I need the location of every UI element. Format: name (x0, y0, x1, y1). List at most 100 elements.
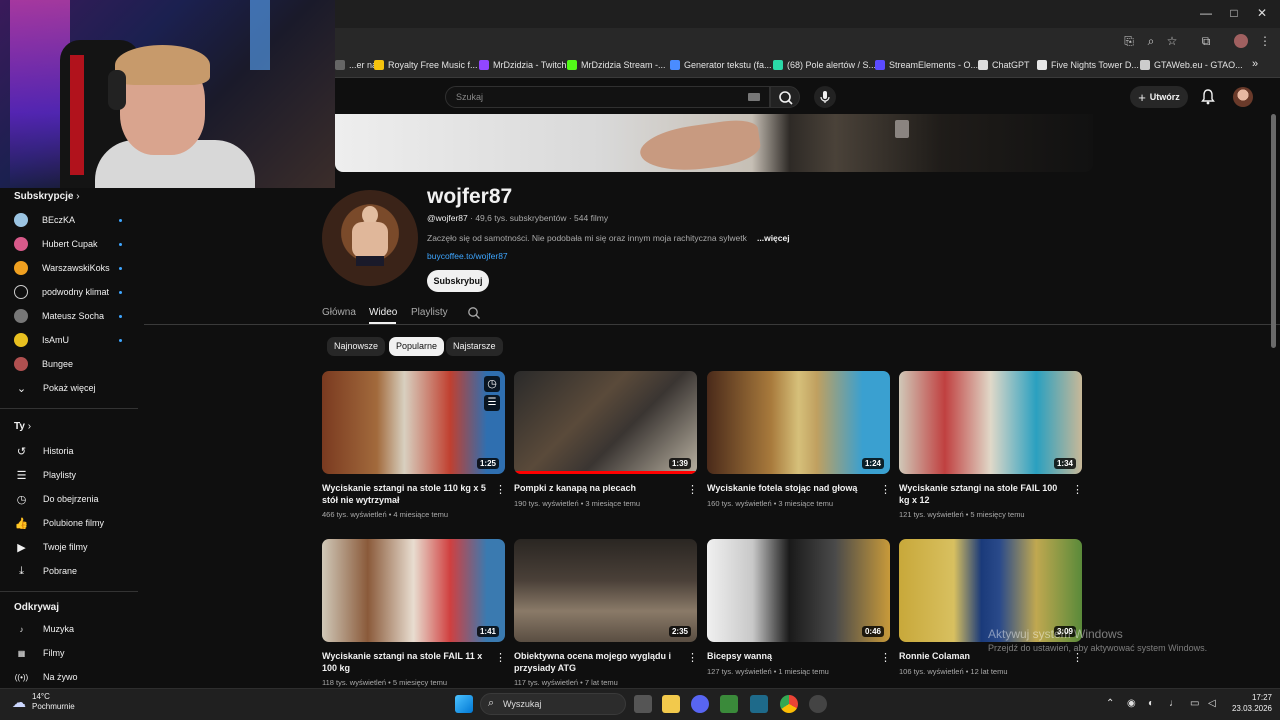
video-menu-icon[interactable]: ⋮ (687, 483, 698, 496)
app-icon[interactable] (720, 695, 738, 713)
video-thumbnail[interactable]: 0:46 (707, 539, 890, 642)
bookmark-star-icon[interactable]: ☆ (1165, 34, 1179, 48)
add-to-queue-icon[interactable]: ☰ (484, 395, 500, 411)
bookmark-item[interactable]: StreamElements - O... (875, 60, 978, 70)
sidebar-subscription-item[interactable]: WarszawskiKoks (14, 258, 138, 278)
app-icon-2[interactable] (750, 695, 768, 713)
video-thumbnail[interactable]: 1:39 (514, 371, 697, 474)
install-app-icon[interactable]: ⎘ (1122, 34, 1136, 48)
notifications-bell-icon[interactable] (1200, 88, 1216, 106)
video-thumbnail[interactable]: 2:35 (514, 539, 697, 642)
page-scrollbar[interactable] (1271, 114, 1276, 348)
video-card[interactable]: 1:34 Wyciskanie sztangi na stole FAIL 100… (899, 371, 1083, 519)
video-title[interactable]: Bicepsy wanną (707, 651, 877, 663)
zoom-icon[interactable]: ⌕ (1144, 34, 1158, 48)
chip-popular[interactable]: Popularne (389, 337, 445, 356)
video-title[interactable]: Obiektywna ocena mojego wyglądu i przysi… (514, 651, 684, 674)
sidebar-item-playlist[interactable]: ☰ Playlisty (14, 465, 138, 485)
video-title[interactable]: Wyciskanie sztangi na stole FAIL 100 kg … (899, 483, 1069, 506)
video-title[interactable]: Wyciskanie sztangi na stole 110 kg x 5 s… (322, 483, 492, 506)
description-more-link[interactable]: ...więcej (757, 233, 790, 243)
bookmark-item[interactable]: Five Nights Tower D... (1037, 60, 1139, 70)
video-thumbnail[interactable]: 1:25 ◷ ☰ (322, 371, 505, 474)
sidebar-subscription-item[interactable]: BEczKA (14, 210, 138, 230)
subscribe-button[interactable]: Subskrybuj (427, 270, 489, 292)
extensions-icon[interactable]: ⧉ (1199, 34, 1213, 48)
bookmark-item[interactable]: (68) Pole alertów / S... (773, 60, 876, 70)
taskbar-search[interactable]: ⌕ Wyszukaj (480, 693, 626, 715)
task-view-icon[interactable] (634, 695, 652, 713)
video-card[interactable]: 1:41 Wyciskanie sztangi na stole FAIL 11 … (322, 539, 506, 687)
volume-icon[interactable]: ◁ (1208, 698, 1216, 709)
bookmark-item[interactable]: MrDzidzia - Twitch (479, 60, 566, 70)
video-menu-icon[interactable]: ⋮ (687, 651, 698, 664)
chrome-icon[interactable] (780, 695, 798, 713)
video-menu-icon[interactable]: ⋮ (880, 651, 891, 664)
bookmark-item[interactable]: Royalty Free Music f... (374, 60, 478, 70)
microphone-icon[interactable]: ♩ (1169, 698, 1179, 709)
channel-description[interactable]: Zaczęło się od samotności. Nie podobała … (427, 233, 747, 243)
sidebar-item-history[interactable]: ↺ Historia (14, 441, 138, 461)
video-card[interactable]: 1:24 Wyciskanie fotela stojąc nad głową 16… (707, 371, 891, 508)
network-icon[interactable]: ▭ (1190, 698, 1199, 709)
video-thumbnail[interactable]: 1:24 (707, 371, 890, 474)
video-title[interactable]: Wyciskanie fotela stojąc nad głową (707, 483, 877, 495)
maximize-button[interactable]: □ (1226, 6, 1242, 20)
tab-videos[interactable]: Wideo (369, 307, 397, 318)
channel-external-link[interactable]: buycoffee.to/wojfer87 (427, 251, 508, 261)
sidebar-item-movies[interactable]: ▦ Filmy (14, 643, 138, 663)
app-icon-3[interactable] (809, 695, 827, 713)
windows-start-icon[interactable] (455, 695, 473, 713)
watch-later-icon[interactable]: ◷ (484, 376, 500, 392)
video-card[interactable]: 0:46 Bicepsy wanną 127 tys. wyświetleń • 1… (707, 539, 891, 676)
video-card[interactable]: 2:35 Obiektywna ocena mojego wyglądu i pr… (514, 539, 698, 687)
channel-search-icon[interactable] (467, 306, 481, 320)
sidebar-item-music[interactable]: ♪ Muzyka (14, 619, 138, 639)
bookmark-item[interactable]: GTAWeb.eu - GTAO... (1140, 60, 1243, 70)
video-thumbnail[interactable]: 1:34 (899, 371, 1082, 474)
subscriptions-header[interactable]: Subskrypcje › (14, 191, 80, 202)
bookmark-item[interactable]: Generator tekstu (fa... (670, 60, 772, 70)
video-menu-icon[interactable]: ⋮ (1072, 483, 1083, 496)
show-more-button[interactable]: ⌄ Pokaż więcej (14, 378, 138, 398)
tray-app-icon[interactable]: ◐ (1148, 698, 1154, 709)
video-title[interactable]: Pompki z kanapą na plecach (514, 483, 684, 495)
video-thumbnail[interactable]: 1:41 (322, 539, 505, 642)
sidebar-subscription-item[interactable]: Hubert Cupak (14, 234, 138, 254)
bookmark-item[interactable]: MrDzidzia Stream -... (567, 60, 666, 70)
taskbar-clock[interactable]: 17:27 23.03.2026 (1226, 692, 1272, 714)
weather-widget[interactable]: ☁ 14°C Pochmurnie (12, 692, 75, 712)
you-header[interactable]: Ty › (14, 421, 31, 432)
close-button[interactable]: ✕ (1254, 6, 1270, 20)
search-input[interactable]: Szukaj (445, 86, 770, 108)
sidebar-item-live[interactable]: ((•)) Na żywo (14, 667, 138, 687)
chip-newest[interactable]: Najnowsze (327, 337, 386, 356)
browser-menu-icon[interactable]: ⋮ (1258, 34, 1272, 48)
profile-icon[interactable] (1234, 34, 1248, 48)
tray-app-icon[interactable]: ◉ (1127, 698, 1136, 709)
sidebar-item-watch-later[interactable]: ◷ Do obejrzenia (14, 489, 138, 509)
sidebar-item-download[interactable]: ⤓ Pobrane (14, 561, 138, 581)
tab-playlists[interactable]: Playlisty (411, 307, 448, 318)
file-explorer-icon[interactable] (662, 695, 680, 713)
bookmarks-overflow-icon[interactable]: » (1252, 58, 1258, 70)
video-menu-icon[interactable]: ⋮ (495, 651, 506, 664)
sidebar-subscription-item[interactable]: IsAmU (14, 330, 138, 350)
minimize-button[interactable]: — (1198, 6, 1214, 20)
account-avatar[interactable] (1233, 87, 1253, 107)
search-button[interactable] (770, 86, 800, 108)
sidebar-subscription-item[interactable]: Bungee (14, 354, 138, 374)
sidebar-item-like[interactable]: 👍 Polubione filmy (14, 513, 138, 533)
video-menu-icon[interactable]: ⋮ (880, 483, 891, 496)
sidebar-item-your-videos[interactable]: ▶ Twoje filmy (14, 537, 138, 557)
sidebar-subscription-item[interactable]: Mateusz Socha (14, 306, 138, 326)
voice-search-button[interactable] (814, 86, 836, 108)
video-card[interactable]: 1:39 Pompki z kanapą na plecach 190 tys. w… (514, 371, 698, 508)
tray-overflow-icon[interactable]: ⌃ (1106, 698, 1114, 709)
video-menu-icon[interactable]: ⋮ (495, 483, 506, 496)
bookmark-item[interactable]: ChatGPT (978, 60, 1030, 70)
video-title[interactable]: Wyciskanie sztangi na stole FAIL 11 x 10… (322, 651, 492, 674)
chip-oldest[interactable]: Najstarsze (446, 337, 503, 356)
create-button[interactable]: + Utwórz (1130, 86, 1188, 108)
discord-icon[interactable] (691, 695, 709, 713)
